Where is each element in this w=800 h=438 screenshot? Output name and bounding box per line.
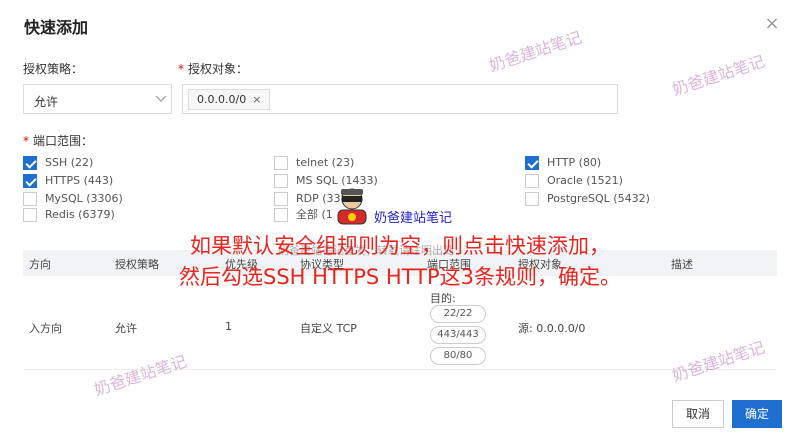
checkbox-box[interactable] (274, 208, 288, 222)
target-label: * 授权对象： (178, 62, 249, 76)
table-row: 入方向 允许 1 自定义 TCP 目的: 22/22 443/443 80/80… (23, 286, 777, 370)
target-tag-text: 0.0.0.0/0 (197, 93, 247, 106)
row-dest-label: 目的: (430, 292, 456, 305)
policy-label: 授权策略： (23, 62, 84, 76)
ports-label: * 端口范围： (23, 134, 94, 148)
port-pill: 80/80 (430, 347, 486, 365)
row-protocol: 自定义 TCP (300, 322, 357, 335)
checkbox-box[interactable] (23, 174, 37, 188)
port-pill: 22/22 (430, 305, 486, 323)
watermark-text: 奶爸建站笔记 (669, 51, 768, 100)
annotation-line-2: 然后勾选SSH HTTPS HTTP这3条规则，确定。 (179, 265, 621, 289)
row-priority: 1 (225, 320, 232, 333)
confirm-button[interactable]: 确定 (732, 400, 782, 428)
remove-tag-icon[interactable]: × (252, 93, 261, 106)
watermark-text: 奶爸建站笔记 (486, 27, 585, 76)
target-input[interactable]: 0.0.0.0/0 × (182, 84, 618, 114)
mascot-logo-icon (337, 188, 367, 225)
checkbox-box[interactable] (525, 174, 539, 188)
checkbox-box[interactable] (23, 192, 37, 206)
checkbox-box[interactable] (23, 156, 37, 170)
close-icon[interactable]: × (764, 15, 780, 33)
row-policy: 允许 (115, 322, 137, 335)
quick-add-dialog: 快速添加 × 授权策略： 允许 * 授权对象： 0.0.0.0/0 × * 端口范围：… (0, 0, 800, 438)
checkbox-box[interactable] (274, 174, 288, 188)
row-source: 源: 0.0.0.0/0 (518, 322, 586, 335)
checkbox-box[interactable] (525, 192, 539, 206)
checkbox-box[interactable] (525, 156, 539, 170)
chevron-down-icon (155, 95, 167, 102)
required-mark: * (23, 134, 29, 148)
checkbox-box[interactable] (274, 156, 288, 170)
dialog-title: 快速添加 (24, 18, 89, 37)
checkbox-box[interactable] (274, 192, 288, 206)
policy-select-value: 允许 (34, 95, 59, 109)
required-mark: * (178, 62, 184, 76)
row-direction: 入方向 (29, 322, 62, 335)
checkbox-box[interactable] (23, 208, 37, 222)
cancel-button[interactable]: 取消 (672, 400, 724, 428)
annotation-line-1: 如果默认安全组规则为空，则点击快速添加， (190, 234, 610, 258)
policy-select[interactable]: 允许 (23, 84, 172, 114)
target-tag: 0.0.0.0/0 × (188, 89, 271, 110)
port-pill: 443/443 (430, 326, 486, 344)
brand-label: 奶爸建站笔记 (374, 211, 453, 226)
